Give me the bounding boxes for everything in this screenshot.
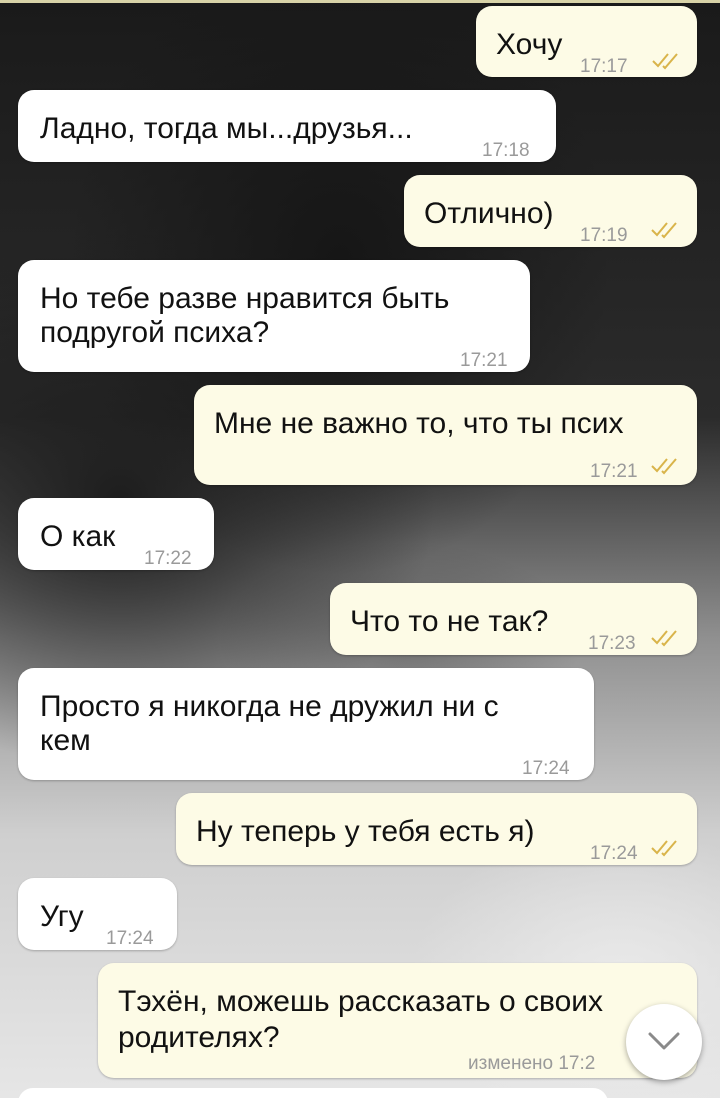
chevron-down-icon — [648, 1032, 680, 1050]
message-bubble-outgoing[interactable]: Тэхён, можешь рассказать о своих родител… — [98, 963, 697, 1078]
message-bubble-incoming[interactable]: Но тебе разве нравится быть подругой пси… — [18, 260, 530, 372]
message-time: 17:21 — [460, 350, 508, 371]
message-time: 17:18 — [482, 140, 530, 161]
double-check-icon — [651, 458, 677, 475]
message-text-line-1: Тэхён, можешь рассказать о своих — [118, 985, 604, 1018]
double-check-icon — [651, 222, 677, 239]
message-bubble-outgoing[interactable]: Отлично) 17:19 — [404, 175, 697, 247]
message-bubble-incoming[interactable]: Ладно, тогда мы...друзья... 17:18 — [18, 90, 556, 162]
message-time: 17:24 — [106, 928, 154, 949]
message-bubble-outgoing[interactable]: Мне не важно то, что ты псих 17:21 — [194, 385, 697, 485]
message-bubble-incoming[interactable]: Угу 17:24 — [18, 878, 177, 950]
message-text-line-1: Просто я никогда не дружил ни с — [40, 690, 499, 723]
message-text: О как — [40, 520, 116, 553]
message-time: 17:24 — [590, 843, 638, 864]
top-divider — [0, 0, 720, 3]
message-edited-time: изменено 17:2 — [468, 1053, 596, 1074]
message-text-line-2: родителях? — [118, 1021, 280, 1054]
message-text: Угу — [40, 900, 84, 933]
message-time: 17:19 — [580, 225, 628, 246]
message-bubble-incoming[interactable]: О как 17:22 — [18, 498, 214, 570]
double-check-icon — [651, 840, 677, 857]
message-text-line-1: Но тебе разве нравится быть — [40, 282, 450, 315]
message-text: Мне не важно то, что ты псих — [214, 407, 624, 440]
message-text: Отлично) — [424, 197, 554, 230]
message-text-line-2: подругой психа? — [40, 316, 270, 349]
message-time: 17:24 — [522, 758, 570, 779]
message-text: Хочу — [496, 28, 563, 61]
chat-background: Хочу 17:17 Ладно, тогда мы...друзья... 1… — [0, 0, 720, 1098]
double-check-icon — [651, 630, 677, 647]
message-text-line-2: кем — [40, 724, 91, 757]
message-text: Ладно, тогда мы...друзья... — [40, 112, 413, 145]
message-bubble-incoming[interactable]: Просто я никогда не дружил ни с кем 17:2… — [18, 668, 594, 780]
message-bubble-outgoing[interactable]: Ну теперь у тебя есть я) 17:24 — [176, 793, 697, 865]
message-time: 17:22 — [144, 548, 192, 569]
message-time: 17:21 — [590, 461, 638, 482]
message-bubble-incoming-partial[interactable] — [18, 1088, 608, 1098]
message-text: Что то не так? — [350, 605, 549, 638]
scroll-down-button[interactable] — [626, 1004, 702, 1080]
message-bubble-outgoing[interactable]: Что то не так? 17:23 — [330, 583, 697, 655]
message-time: 17:17 — [580, 56, 628, 77]
message-bubble-outgoing[interactable]: Хочу 17:17 — [476, 6, 697, 77]
double-check-icon — [652, 53, 678, 70]
message-time: 17:23 — [588, 633, 636, 654]
message-text: Ну теперь у тебя есть я) — [196, 815, 535, 848]
